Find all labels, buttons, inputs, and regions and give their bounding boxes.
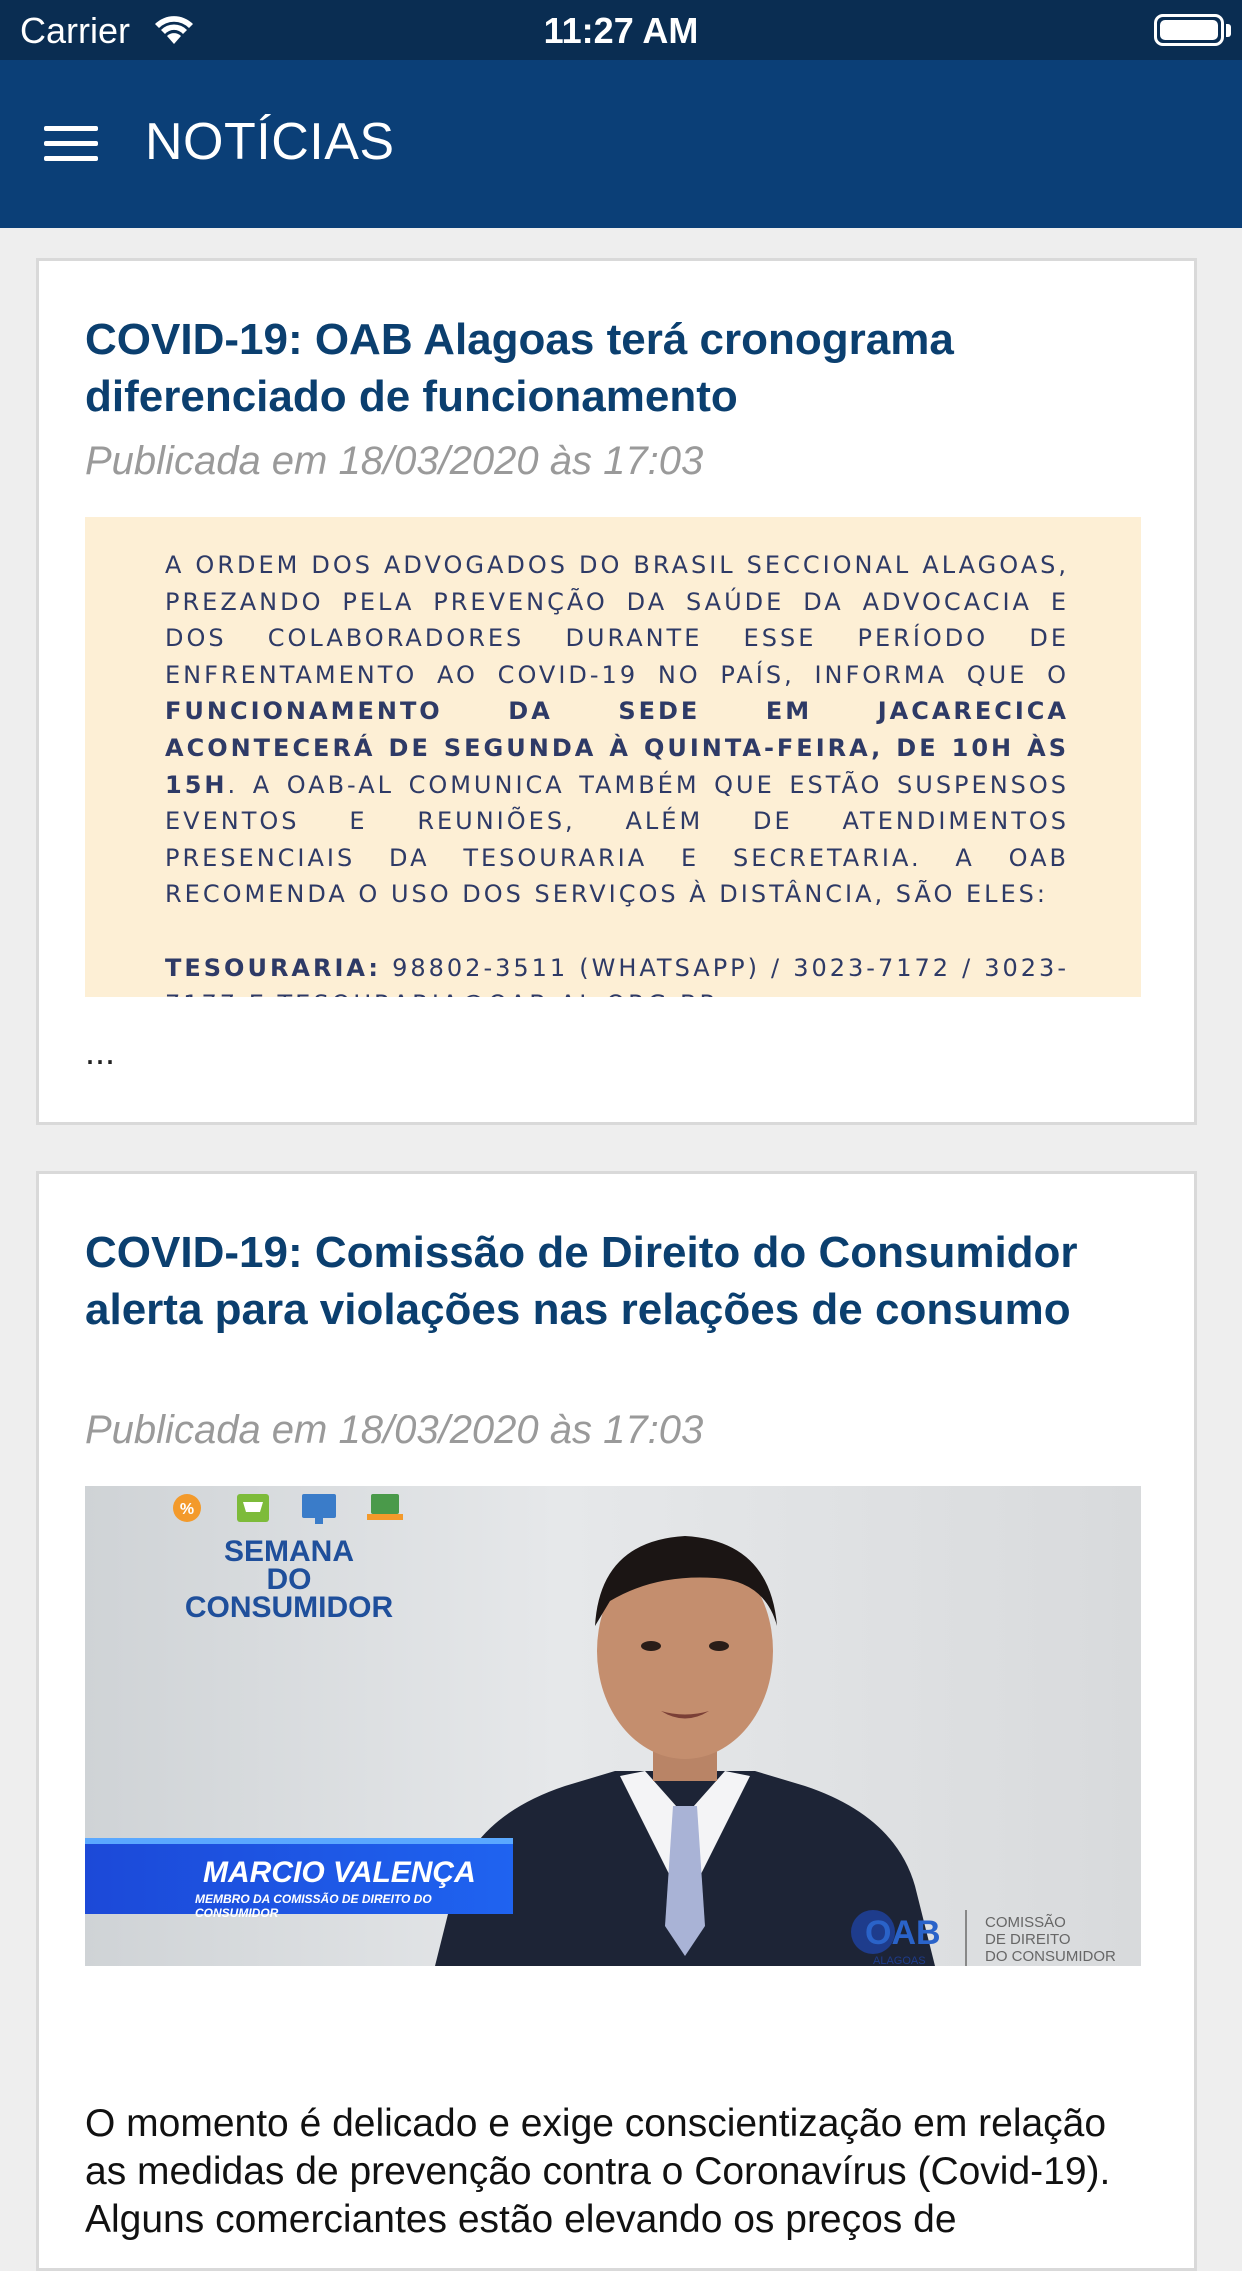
excerpt-text: A Ordem dos Advogados do Brasil Secciona… — [165, 547, 1069, 997]
status-bar: Carrier 11:27 AM — [0, 0, 1242, 60]
clock: 11:27 AM — [543, 10, 699, 51]
oab-logo-sub: ALAGOAS — [873, 1955, 926, 1966]
comissao-label: COMISSÃO DE DIREITO DO CONSUMIDOR — [985, 1914, 1116, 1965]
laptop-cart-icon — [367, 1494, 403, 1520]
news-title[interactable]: COVID-19: OAB Alagoas terá cronograma di… — [85, 311, 1148, 425]
badge-line: SEMANA — [223, 1535, 354, 1568]
battery-nub — [1226, 24, 1231, 37]
tesouraria-label: Tesouraria: — [165, 953, 382, 982]
battery-icon — [1154, 14, 1224, 46]
read-more-ellipsis[interactable]: ... — [85, 1031, 115, 1073]
app-bar: NOTÍCIAS — [0, 60, 1242, 228]
tesouraria-value: 98802-3511 (WhatsApp) / 3023-7172 / — [381, 953, 974, 982]
excerpt-part1: A Ordem dos Advogados do Brasil Secciona… — [165, 551, 1069, 689]
speaker-name-banner: MARCIO VALENÇA MEMBRO DA COMISSÃO DE DIR… — [85, 1838, 513, 1920]
semana-consumidor-badge: SEMANA DO CONSUMIDOR — [173, 1535, 405, 1624]
news-date: Publicada em 18/03/2020 às 17:03 — [85, 439, 704, 483]
percent-icon: % — [173, 1494, 201, 1522]
oab-logo-icon: OAB ALAGOAS — [851, 1910, 941, 1966]
news-date: Publicada em 18/03/2020 às 17:03 — [85, 1408, 704, 1452]
cart-icon — [237, 1494, 269, 1522]
news-body: O momento é delicado e exige conscientiz… — [85, 2102, 1111, 2241]
news-excerpt: A Ordem dos Advogados do Brasil Secciona… — [85, 517, 1141, 997]
comissao-line: DE DIREITO — [985, 1931, 1071, 1948]
news-card[interactable]: COVID-19: OAB Alagoas terá cronograma di… — [36, 258, 1197, 1125]
oab-logo-text: OAB — [865, 1914, 941, 1952]
svg-text:%: % — [180, 1501, 194, 1518]
page-title: NOTÍCIAS — [145, 113, 395, 171]
comissao-line: DO CONSUMIDOR — [985, 1948, 1116, 1965]
news-image[interactable]: % SEMANA DO CONSUMIDOR MARCIO VALENÇA ME… — [85, 1486, 1141, 1966]
speaker-role: MEMBRO DA COMISSÃO DE DIREITO DO CONSUMI… — [195, 1892, 432, 1920]
excerpt-part2: . A OAB-AL comunica também que estão sus… — [165, 770, 1069, 909]
news-title[interactable]: COVID-19: Comissão de Direito do Consumi… — [85, 1224, 1148, 1338]
logo-divider — [965, 1910, 967, 1966]
speaker-name: MARCIO VALENÇA — [203, 1856, 476, 1889]
hamburger-menu-icon[interactable] — [36, 120, 108, 168]
comissao-line: COMISSÃO — [985, 1914, 1066, 1931]
badge-line: DO — [266, 1563, 312, 1596]
news-card[interactable]: COVID-19: Comissão de Direito do Consumi… — [36, 1171, 1197, 2271]
monitor-icon — [302, 1494, 336, 1524]
badge-line: CONSUMIDOR — [184, 1591, 394, 1624]
